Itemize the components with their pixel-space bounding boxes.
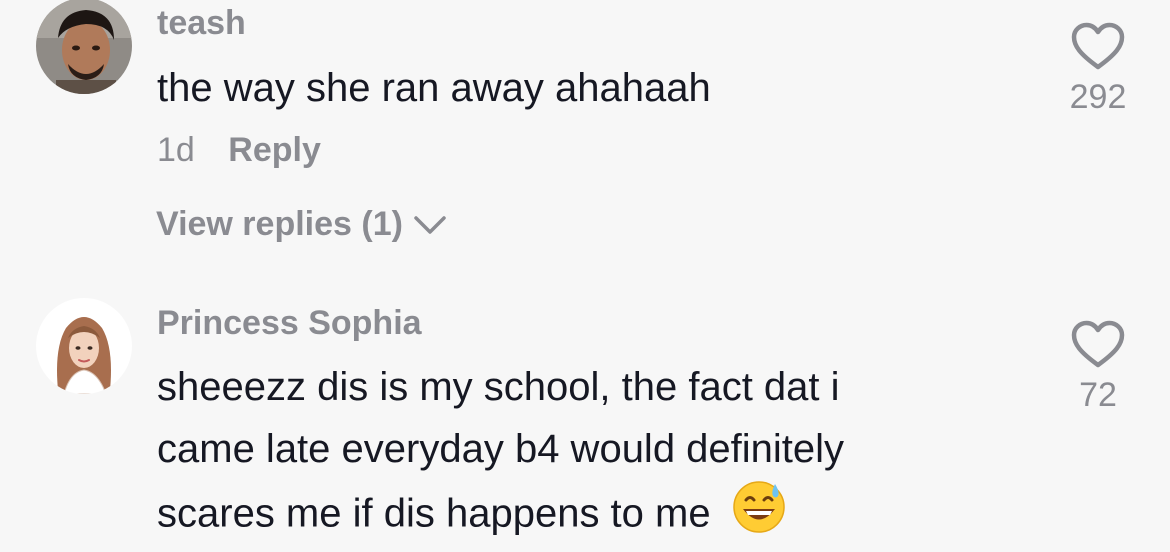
timestamp: 1d (157, 131, 195, 169)
man-avatar-icon (36, 0, 132, 94)
comment-text-line: sheeezz dis is my school, the fact dat i (157, 365, 840, 409)
grinning-sweat-emoji-icon (732, 480, 786, 552)
comment-item: Princess Sophia sheeezz dis is my school… (0, 290, 1170, 536)
like-count: 72 (1079, 376, 1117, 414)
comment-text: sheeezz dis is my school, the fact dat i… (157, 356, 844, 552)
avatar[interactable] (36, 298, 132, 394)
username[interactable]: Princess Sophia (157, 304, 422, 343)
heart-icon (1071, 320, 1125, 368)
comment-text: the way she ran away ahahaah (157, 66, 711, 110)
reply-button[interactable]: Reply (228, 131, 321, 169)
comment-text-line: came late everyday b4 would definitely (157, 427, 845, 471)
avatar[interactable] (36, 0, 132, 94)
heart-icon (1071, 22, 1125, 70)
hijab-woman-avatar-icon (36, 298, 132, 394)
comment-meta: 1d Reply (157, 131, 321, 170)
chevron-down-icon (413, 215, 447, 235)
comment-item: teash the way she ran away ahahaah 1d Re… (0, 0, 1170, 280)
like-count: 292 (1069, 78, 1127, 116)
comment-text-line: scares me if dis happens to me (157, 491, 711, 536)
like-button[interactable]: 292 (1048, 22, 1148, 117)
like-button[interactable]: 72 (1048, 320, 1148, 415)
view-replies-button[interactable]: View replies (1) (156, 205, 447, 244)
view-replies-label: View replies (1) (156, 205, 403, 243)
comment-text-line-last: scares me if dis happens to me (157, 480, 844, 552)
username[interactable]: teash (157, 4, 246, 43)
